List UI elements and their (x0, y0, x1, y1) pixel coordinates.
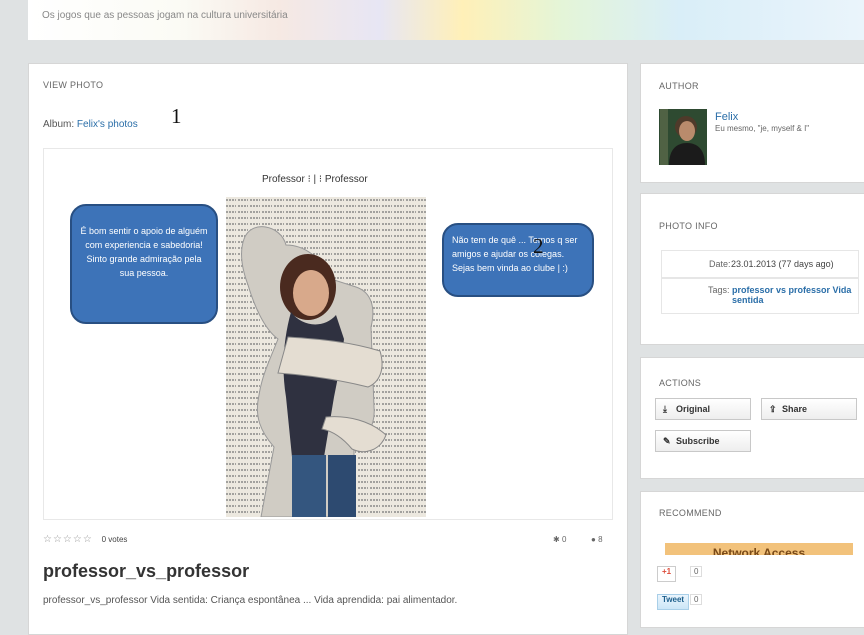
google-plus-count: 0 (690, 566, 703, 577)
annotation-marker-2: 2 (533, 234, 544, 258)
date-row: Date: 23.01.2013 (77 days ago) (661, 250, 859, 278)
vote-count: 0 votes (101, 535, 128, 544)
top-banner: Os jogos que as pessoas jogam na cultura… (28, 0, 864, 40)
recommend-panel: RECOMMEND Network Access +1 0 Tweet 0 (640, 491, 864, 628)
speech-bubble-right: Não tem de quê ... Temos q ser amigos e … (442, 223, 594, 297)
photo-image (226, 197, 426, 517)
album-link[interactable]: Felix's photos (77, 119, 138, 130)
download-icon: ⤓ (663, 404, 667, 414)
photo-info-panel: PHOTO INFO Date: 23.01.2013 (77 days ago… (640, 193, 864, 345)
album-row: Album: Felix's photos (43, 119, 138, 130)
annotation-marker-1: 1 (171, 104, 182, 128)
site-tagline: Os jogos que as pessoas jogam na cultura… (42, 10, 288, 21)
author-panel: AUTHOR Felix Eu mesmo, "je, myself & I" (640, 63, 864, 183)
views-stat: ● 8 (591, 535, 603, 544)
google-plus-button[interactable]: +1 (657, 566, 677, 582)
rating-stars-icon[interactable]: ☆☆☆☆☆ (43, 534, 93, 545)
original-button[interactable]: ⤓ Original (655, 398, 751, 420)
author-bio: Eu mesmo, "je, myself & I" (715, 124, 810, 133)
date-label: Date: (709, 259, 731, 269)
author-section-title: AUTHOR (659, 81, 699, 91)
subscribe-label: Subscribe (676, 436, 720, 446)
tweet-button[interactable]: Tweet (657, 594, 690, 610)
photo-viewer[interactable]: Professor ⁝ | ⁝ Professor É bom sentir o… (43, 148, 613, 520)
subscribe-button[interactable]: ✎ Subscribe (655, 430, 751, 452)
photo-description: professor_vs_professor Vida sentida: Cri… (43, 595, 458, 606)
collage-illustration (226, 197, 426, 517)
author-name[interactable]: Felix (715, 111, 738, 123)
photo-title: professor_vs_professor (43, 561, 250, 581)
eye-icon: ● (591, 535, 596, 544)
tweet-count: 0 (690, 594, 703, 605)
subscribe-icon: ✎ (663, 436, 671, 446)
view-photo-panel: VIEW PHOTO Album: Felix's photos 1 Profe… (28, 63, 628, 635)
recommend-section-title: RECOMMEND (659, 508, 722, 518)
tags-label: Tags: (708, 285, 730, 295)
album-label: Album: (43, 119, 75, 130)
share-icon: ⇪ (769, 404, 777, 414)
original-label: Original (676, 404, 711, 414)
speech-bubble-left: É bom sentir o apoio de alguém com exper… (70, 204, 218, 324)
share-label: Share (782, 404, 808, 414)
likes-stat: ✱ 0 (553, 535, 566, 544)
view-photo-title: VIEW PHOTO (43, 80, 104, 90)
tags-link[interactable]: professor vs professor Vida sentida (732, 285, 852, 305)
author-avatar[interactable] (659, 109, 707, 165)
tags-row: Tags: professor vs professor Vida sentid… (661, 278, 859, 314)
views-count: 8 (598, 535, 603, 544)
date-value: 23.01.2013 (77 days ago) (731, 259, 834, 269)
photo-info-section-title: PHOTO INFO (659, 221, 718, 231)
actions-panel: ACTIONS ⤓ Original ⇪ Share ✎ Subscribe (640, 357, 864, 479)
likes-count: 0 (561, 535, 567, 544)
author-avatar-image (659, 109, 707, 165)
share-button[interactable]: ⇪ Share (761, 398, 857, 420)
actions-section-title: ACTIONS (659, 378, 702, 388)
rating-widget[interactable]: ☆☆☆☆☆ 0 votes (43, 534, 127, 545)
like-icon: ✱ (553, 535, 560, 544)
network-access-banner[interactable]: Network Access (665, 543, 853, 555)
photo-caption: Professor ⁝ | ⁝ Professor (262, 174, 368, 185)
